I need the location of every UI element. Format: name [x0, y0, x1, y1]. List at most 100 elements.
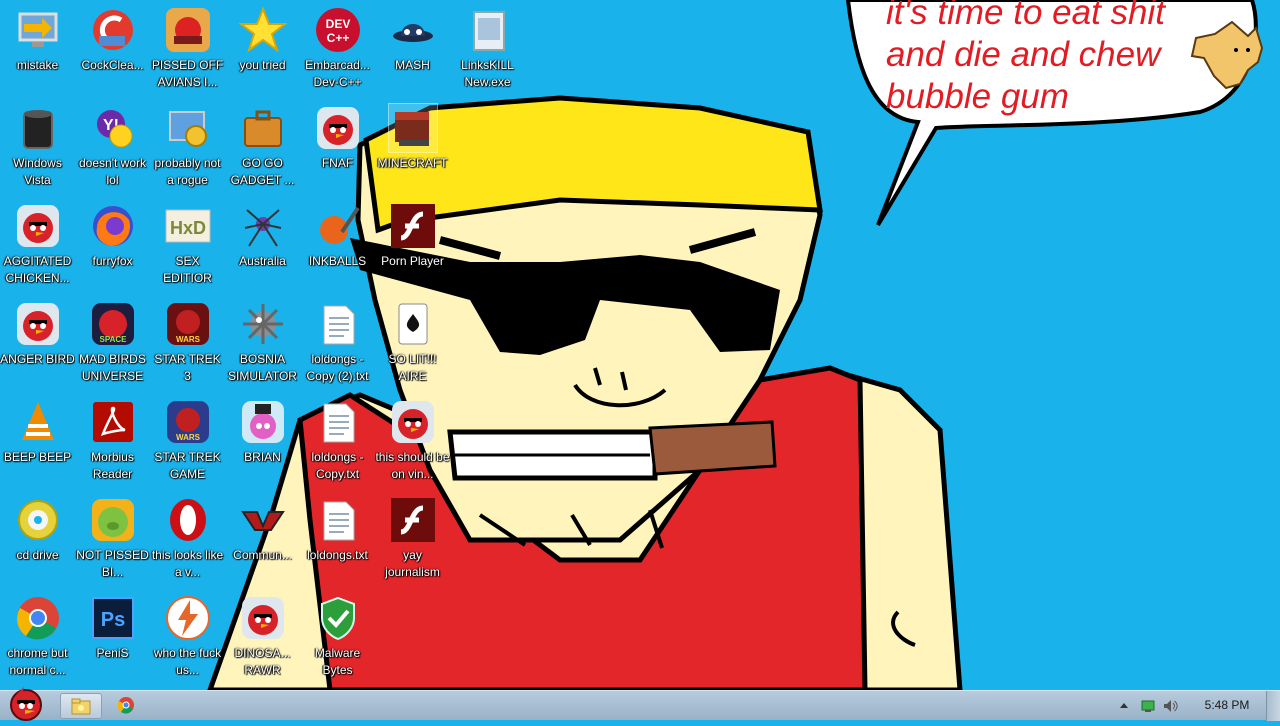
angry-bird-icon — [314, 104, 362, 152]
minecraft-icon — [387, 103, 438, 153]
icon-label: Porn Player — [381, 254, 444, 268]
control-panel-icon — [164, 104, 212, 152]
desktop-icon-doesnt-work[interactable]: Y! doesn't work lol — [75, 98, 150, 194]
desktop-icon-so-lit-aire[interactable]: SO LIT!!! AIRE — [375, 294, 450, 390]
desktop-icon-yay-journalism[interactable]: yay journalism — [375, 490, 450, 586]
speech-line: it's time to eat shit — [886, 0, 1166, 32]
desktop-icon-loldongs-copy-2[interactable]: loldongs - Copy (2).txt — [300, 294, 375, 390]
icon-label: yay journalism — [385, 548, 440, 579]
desktop-icon-go-go-gadget[interactable]: GO GO GADGET ... — [225, 98, 300, 194]
desktop-icon-aggitated-chicken[interactable]: AGGITATED CHICKEN... — [0, 196, 75, 292]
network-icon[interactable] — [1140, 698, 1156, 714]
angry-bird-icon — [239, 398, 287, 446]
icon-label: who the fuck us... — [153, 646, 222, 677]
svg-text:C++: C++ — [326, 31, 349, 45]
desktop-icon-this-looks-like-a-v[interactable]: this looks like a v... — [150, 490, 225, 586]
desktop-icon-star-trek-game[interactable]: WARS STAR TREK GAME — [150, 392, 225, 488]
desktop-icon-sex-editior[interactable]: HxD SEX EDITIOR — [150, 196, 225, 292]
desktop-icon-communism[interactable]: Commun... — [225, 490, 300, 586]
cd-drive-icon — [14, 496, 62, 544]
desktop-icon-star-trek-3[interactable]: WARS STAR TREK 3 — [150, 294, 225, 390]
desktop-icon-you-tried[interactable]: you tried — [225, 0, 300, 96]
desktop-icon-loldongs-copy[interactable]: loldongs - Copy.txt — [300, 392, 375, 488]
show-desktop-button[interactable] — [1266, 691, 1280, 721]
briefcase-icon — [239, 104, 287, 152]
desktop-icon-fnaf[interactable]: FNAF — [300, 98, 375, 194]
shield-icon — [314, 594, 362, 642]
icon-label: loldongs - Copy (2).txt — [306, 352, 369, 383]
desktop-icon-australia[interactable]: Australia — [225, 196, 300, 292]
adobe-reader-icon — [89, 398, 137, 446]
desktop-icon-linkskill[interactable]: LinksKILL New.exe — [450, 0, 525, 96]
taskbar-clock[interactable]: 5:48 PM — [1192, 698, 1262, 712]
ccleaner-icon — [89, 6, 137, 54]
desktop-icon-not-pissed-birds[interactable]: NOT PISSED BI... — [75, 490, 150, 586]
icon-label: PeniS — [96, 646, 129, 660]
chrome-icon — [117, 697, 134, 714]
volume-icon[interactable] — [1162, 698, 1178, 714]
photoshop-icon: Ps — [89, 594, 137, 642]
icon-label: Commun... — [233, 548, 292, 562]
icon-label: FNAF — [321, 156, 354, 170]
icon-label: this should be on vin... — [375, 450, 450, 481]
desktop-icon-ccleaner[interactable]: CockClea... — [75, 0, 150, 96]
desktop-icon-penis-photoshop[interactable]: Ps PeniS — [75, 588, 150, 684]
svg-text:SPACE: SPACE — [99, 335, 127, 344]
desktop-icon-malware-bytes[interactable]: Malware Bytes — [300, 588, 375, 684]
desktop-icon-devcpp[interactable]: DEV C++ Embarcad... Dev-C++ — [300, 0, 375, 96]
desktop-icon-furryfox[interactable]: furryfox — [75, 196, 150, 292]
icon-label: Windows Vista — [13, 156, 62, 187]
yahoo-messenger-icon: Y! — [89, 104, 137, 152]
icon-label: cd drive — [16, 548, 59, 562]
desktop-icon-windows-vista[interactable]: Windows Vista — [0, 98, 75, 194]
show-hidden-icons-button[interactable] — [1116, 698, 1132, 714]
svg-text:HxD: HxD — [169, 218, 205, 238]
chrome-icon — [14, 594, 62, 642]
icon-label: STAR TREK 3 — [154, 352, 221, 383]
text-file-icon — [314, 496, 362, 544]
desktop-icon-mistake[interactable]: mistake — [0, 0, 75, 96]
icon-label: this looks like a v... — [151, 548, 224, 579]
icon-label: STAR TREK GAME — [154, 450, 221, 481]
desktop-icon-beep-beep[interactable]: BEEP BEEP — [0, 392, 75, 488]
icon-label: INKBALLS — [308, 254, 367, 268]
icon-label: DINOSA... RAWR — [234, 646, 291, 677]
icon-label: MAD BIRDS UNIVERSE — [79, 352, 146, 383]
mash-icon — [389, 6, 437, 54]
desktop-icon-this-should-be-on-vine[interactable]: this should be on vin... — [375, 392, 450, 488]
desktop-icon-cd-drive[interactable]: cd drive — [0, 490, 75, 586]
icon-label: furryfox — [92, 254, 133, 268]
desktop-icon-morbius-reader[interactable]: Morbius Reader — [75, 392, 150, 488]
icon-label: BEEP BEEP — [3, 450, 72, 464]
desktop-icon-minecraft[interactable]: MINECRAFT — [375, 98, 450, 194]
desktop-icon-mash[interactable]: MASH — [375, 0, 450, 96]
icon-label: MASH — [395, 58, 430, 72]
icon-label: Malware Bytes — [314, 646, 361, 677]
desktop-icon-dinosaur-rawr[interactable]: DINOSA... RAWR — [225, 588, 300, 684]
desktop-icon-mad-birds-universe[interactable]: SPACE MAD BIRDS UNIVERSE — [75, 294, 150, 390]
icon-label: doesn't work lol — [79, 156, 146, 187]
desktop-icon-pissed-off-avians[interactable]: PISSED OFF AVIANS I... — [150, 0, 225, 96]
desktop-icon-chrome-but-normal[interactable]: chrome but normal c... — [0, 588, 75, 684]
hxd-icon: HxD — [164, 202, 212, 250]
icon-label: BOSNIA SIMULATOR — [228, 352, 297, 383]
start-button[interactable] — [2, 685, 50, 721]
desktop-icon-loldongs[interactable]: loldongs.txt — [300, 490, 375, 586]
desktop-icon-porn-player[interactable]: Porn Player — [375, 196, 450, 292]
desktop-icon-anger-bird[interactable]: ANGER BIRD — [0, 294, 75, 390]
speech-line: bubble gum — [886, 77, 1069, 116]
taskbar-chrome-button[interactable] — [106, 693, 146, 717]
opera-icon — [164, 496, 212, 544]
icon-label: loldongs - Copy.txt — [311, 450, 364, 481]
desktop-icon-inkballs[interactable]: INKBALLS — [300, 196, 375, 292]
speech-line: and die and chew — [886, 35, 1161, 74]
desktop-icon-probably-not-rogue[interactable]: probably not a rogue — [150, 98, 225, 194]
star-icon — [237, 6, 288, 54]
icon-label: chrome but normal c... — [7, 646, 68, 677]
taskbar-explorer-button[interactable] — [60, 693, 102, 719]
icon-label: CockClea... — [81, 58, 144, 72]
explorer-icon — [71, 698, 91, 715]
desktop-icon-who-the-fuck-us[interactable]: who the fuck us... — [150, 588, 225, 684]
desktop-icon-bosnia-simulator[interactable]: BOSNIA SIMULATOR — [225, 294, 300, 390]
desktop-icon-brian[interactable]: BRIAN — [225, 392, 300, 488]
